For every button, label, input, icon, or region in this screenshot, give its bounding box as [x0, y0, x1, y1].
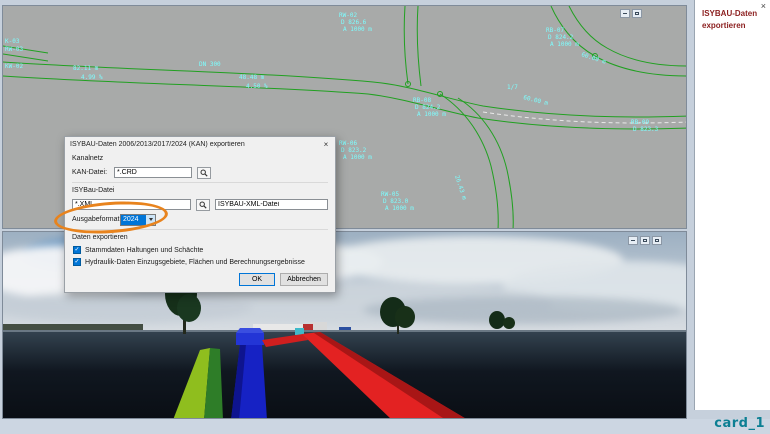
cad-label: DN 300: [199, 61, 221, 68]
cad-label: D 826.6: [341, 19, 367, 26]
checkbox-hydraulik[interactable]: ✓: [73, 258, 81, 266]
separator: [72, 229, 328, 230]
status-bar: [0, 419, 770, 434]
format-label: Ausgabeformat:: [72, 216, 120, 223]
help-sidebar: × ISYBAU-Daten exportieren: [694, 0, 770, 410]
cad-label: 60.00 m: [523, 94, 550, 107]
group-daten: Daten exportieren: [72, 234, 328, 242]
close-icon[interactable]: ×: [317, 140, 335, 149]
cad-label: D 823.0: [383, 198, 409, 205]
checkbox-stammdaten-label: Stammdaten Haltungen und Schächte: [85, 247, 203, 254]
cad-label: A 1000 m: [343, 154, 372, 161]
application-window: RW-02D 826.6A 1000 mRB-07D 824.2A 1000 m…: [0, 0, 770, 434]
cad-label: D 823.2: [341, 147, 367, 154]
cad-label: 82.11 m: [73, 65, 99, 72]
close-icon[interactable]: ×: [761, 1, 766, 11]
kan-file-label: KAN-Datei:: [72, 169, 114, 176]
cad-label: RW-06: [339, 140, 357, 147]
restore-icon[interactable]: [632, 9, 642, 18]
cad-label: A 1000 m: [385, 205, 414, 212]
cad-label: K-03: [5, 38, 20, 45]
manhole-blue: [236, 333, 264, 345]
card1-logo: card_1: [714, 416, 765, 431]
cad-label: A 1000 m: [550, 41, 579, 48]
export-dialog: ISYBAU-Daten 2006/2013/2017/2024 (KAN) e…: [64, 136, 336, 293]
cad-label: KW-02: [5, 63, 23, 70]
cad-label: 26.43 m: [453, 174, 468, 201]
maximize-icon[interactable]: [652, 236, 662, 245]
checkbox-hydraulik-label: Hydraulik-Daten Einzugsgebiete, Flächen …: [85, 259, 305, 266]
checkbox-stammdaten[interactable]: ✓: [73, 246, 81, 254]
cad-label: D 824.2: [548, 34, 574, 41]
cad-label: RW-05: [381, 191, 399, 198]
cad-label: 1/7: [507, 84, 518, 91]
chevron-down-icon[interactable]: [146, 215, 155, 225]
kan-file-input[interactable]: [114, 167, 192, 178]
magnifier-icon: [199, 201, 207, 209]
dialog-title: ISYBAU-Daten 2006/2013/2017/2024 (KAN) e…: [70, 141, 317, 148]
xml-browse-button[interactable]: [196, 199, 210, 211]
cad-label: D 824.2: [415, 104, 441, 111]
cad-label: RB-09: [631, 119, 649, 126]
ground: [3, 332, 687, 419]
restore-icon[interactable]: [640, 236, 650, 245]
cad-label: RW-03: [5, 46, 23, 53]
ok-button[interactable]: OK: [239, 273, 275, 286]
cad-label: D 823.3: [633, 126, 659, 133]
minimize-icon[interactable]: [628, 236, 638, 245]
xml-file-input[interactable]: [72, 199, 191, 210]
cad-label: RB-08: [413, 97, 431, 104]
cad-label: RB-07: [546, 27, 564, 34]
dialog-titlebar[interactable]: ISYBAU-Daten 2006/2013/2017/2024 (KAN) e…: [65, 137, 335, 151]
cad-label: 4.50 %: [246, 83, 268, 90]
3d-window-controls: [628, 236, 662, 245]
xml-name-input[interactable]: [215, 199, 328, 210]
minimize-icon[interactable]: [620, 9, 630, 18]
cad-label: A 1000 m: [343, 26, 372, 33]
cad-label: A 1000 m: [417, 111, 446, 118]
group-isybau: ISYBau-Datei: [72, 187, 328, 195]
cad-label: RW-02: [339, 12, 357, 19]
separator: [72, 182, 328, 183]
format-selected-value: 2024: [121, 215, 146, 225]
cad-label: 48.48 m: [239, 74, 265, 81]
cad-label: 4.99 %: [81, 74, 103, 81]
format-select[interactable]: 2024: [120, 214, 156, 226]
kan-browse-button[interactable]: [197, 167, 211, 179]
cancel-button[interactable]: Abbrechen: [280, 273, 328, 286]
magnifier-icon: [200, 169, 208, 177]
group-kanalnetz: Kanalnetz: [72, 155, 328, 163]
cad-window-controls: [620, 9, 642, 18]
sidebar-title: ISYBAU-Daten exportieren: [695, 0, 770, 32]
